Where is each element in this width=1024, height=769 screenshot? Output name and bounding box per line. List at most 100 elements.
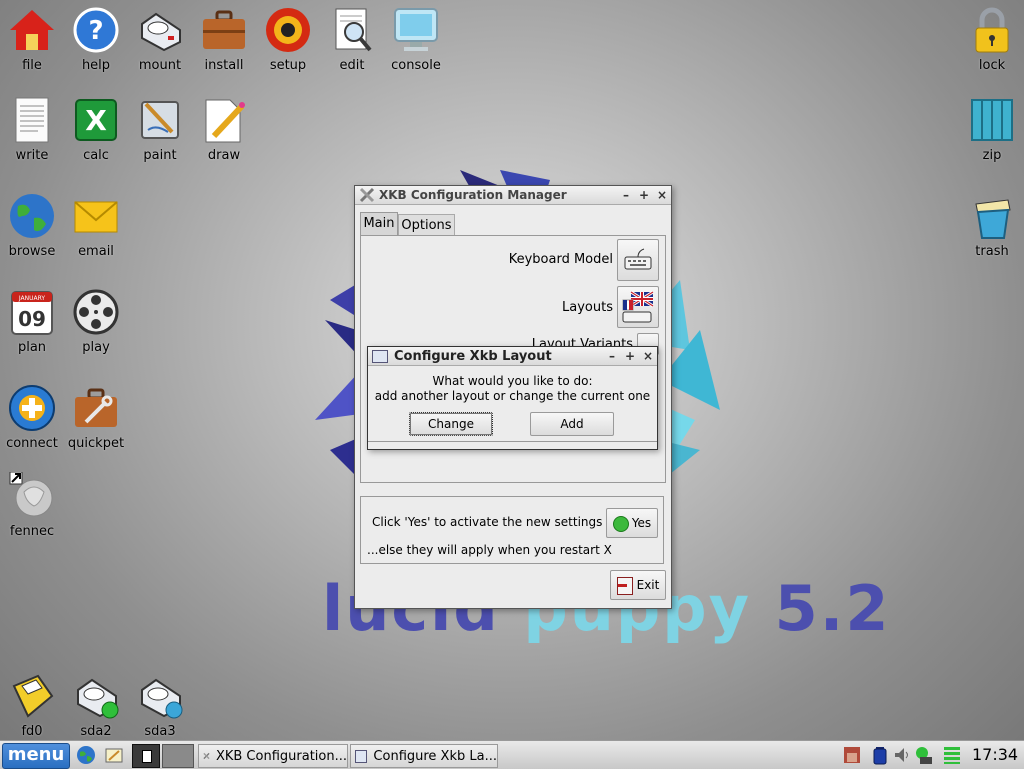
svg-text:09: 09 [18, 307, 46, 331]
tab-options[interactable]: Options [398, 214, 455, 235]
taskbar: menu XKB Configuration... Configure Xkb … [0, 740, 1024, 769]
svg-text:JANUARY: JANUARY [18, 295, 46, 302]
battery-icon[interactable] [870, 745, 890, 765]
document-icon [15, 97, 49, 143]
activate-text: Click 'Yes' to activate the new settings [372, 515, 603, 529]
dialog-window-icon [355, 749, 368, 763]
layouts-button[interactable] [617, 286, 659, 328]
dialog-bottom-divider [368, 441, 657, 446]
floppy-icon [12, 674, 54, 718]
close-button[interactable]: × [653, 188, 671, 202]
fennec-icon [9, 471, 53, 517]
configure-layout-dialog: Configure Xkb Layout – + × What would yo… [367, 346, 658, 450]
tools-icon [203, 752, 210, 760]
desktop-icon-lock[interactable]: lock [960, 6, 1024, 74]
padlock-icon [975, 7, 1009, 53]
drive-icon [141, 678, 183, 719]
desktop-icon-sda3[interactable]: sda3 [128, 672, 192, 740]
svg-text:?: ? [88, 16, 103, 46]
editor-launch-icon[interactable] [104, 745, 124, 765]
exit-button[interactable]: Exit [610, 570, 666, 600]
keyboard-icon [624, 248, 652, 270]
menu-button[interactable]: menu [2, 743, 70, 769]
dialog-title: Configure Xkb Layout [394, 348, 552, 364]
else-text: ...else they will apply when you restart… [367, 543, 612, 557]
help-icon: ? [73, 7, 119, 53]
yes-button[interactable]: Yes [606, 508, 658, 538]
xkb-window-titlebar[interactable]: XKB Configuration Manager – + × [355, 186, 671, 205]
house-icon [10, 10, 54, 50]
dialog-close-button[interactable]: × [639, 349, 657, 363]
desktop-icon-sda2[interactable]: sda2 [64, 672, 128, 740]
activate-frame: Click 'Yes' to activate the new settings… [360, 496, 664, 564]
clock[interactable]: 17:34 [972, 745, 1018, 764]
dialog-message-line1: What would you like to do: [432, 374, 593, 388]
add-button[interactable]: Add [530, 412, 614, 436]
network-connection-icon[interactable] [914, 745, 934, 765]
desktop-icon-quickpet[interactable]: quickpet [64, 384, 128, 452]
memory-meter-icon[interactable] [942, 745, 962, 765]
archive-icon [971, 99, 1013, 141]
tools-icon [359, 187, 375, 203]
change-button[interactable]: Change [409, 412, 493, 436]
minimize-button[interactable]: – [617, 188, 635, 202]
desktop-icon-fennec[interactable]: fennec [0, 471, 64, 540]
desktop-icon-fd0[interactable]: fd0 [0, 672, 64, 740]
desktop-icon-setup[interactable]: setup [256, 6, 320, 74]
film-reel-icon [73, 289, 119, 335]
spreadsheet-icon: X [75, 99, 117, 141]
uk-flag-keyboard-icon [622, 290, 654, 323]
briefcase-icon [203, 10, 245, 49]
dialog-message-line2: add another layout or change the current… [374, 389, 651, 403]
desktop-switch-2[interactable] [162, 744, 194, 768]
task-configure-layout[interactable]: Configure Xkb La... [350, 744, 498, 768]
dialog-window-icon [372, 349, 388, 363]
desktop-switch-1[interactable] [132, 744, 160, 768]
toolbox-icon [75, 388, 117, 427]
paint-icon [141, 101, 179, 139]
desktop-icon-write[interactable]: write [0, 96, 64, 164]
envelope-icon [74, 201, 118, 233]
network-monitor-icon[interactable] [842, 745, 862, 765]
desktop-icon-email[interactable]: email [64, 192, 128, 260]
pencil-icon [205, 99, 245, 143]
desktop-icon-edit[interactable]: edit [320, 6, 384, 74]
desktop-icon-trash[interactable]: trash [960, 192, 1024, 260]
desktop-icon-draw[interactable]: draw [192, 96, 256, 164]
desktop-icon-plan[interactable]: JANUARY 09 plan [0, 288, 64, 356]
dialog-minimize-button[interactable]: – [603, 349, 621, 363]
dialog-titlebar[interactable]: Configure Xkb Layout – + × [368, 347, 657, 366]
monitor-icon [394, 8, 438, 51]
connect-icon [9, 385, 55, 431]
desktop-icon-mount[interactable]: mount [128, 6, 192, 74]
drive-mounted-icon [77, 678, 119, 719]
desktop-icon-paint[interactable]: paint [128, 96, 192, 164]
calendar-icon: JANUARY 09 [11, 291, 53, 335]
svg-text:X: X [85, 104, 107, 137]
globe-icon [10, 194, 54, 238]
keyboard-model-label: Keyboard Model [508, 252, 613, 267]
desktop-icon-calc[interactable]: X calc [64, 96, 128, 164]
desktop-icon-browse[interactable]: browse [0, 192, 64, 260]
drive-icon [141, 12, 181, 52]
setup-icon [266, 8, 310, 52]
keyboard-model-button[interactable] [617, 239, 659, 281]
tab-main[interactable]: Main [360, 212, 398, 235]
desktop-icon-connect[interactable]: connect [0, 384, 64, 452]
edit-icon [335, 8, 372, 52]
browser-launch-icon[interactable] [76, 745, 96, 765]
desktop-icon-play[interactable]: play [64, 288, 128, 356]
desktop-icon-file[interactable]: file [0, 6, 64, 74]
task-xkb-config[interactable]: XKB Configuration... [198, 744, 348, 768]
desktop-icon-console[interactable]: console [384, 6, 448, 74]
layouts-label: Layouts [562, 300, 613, 315]
desktop-icon-install[interactable]: install [192, 6, 256, 74]
green-light-icon [612, 515, 629, 532]
desktop-icon-zip[interactable]: zip [960, 96, 1024, 164]
desktop-icon-help[interactable]: ? help [64, 6, 128, 74]
trash-icon [975, 199, 1011, 239]
maximize-button[interactable]: + [635, 188, 653, 202]
xkb-window-title: XKB Configuration Manager [379, 188, 567, 202]
volume-icon[interactable] [892, 745, 912, 765]
dialog-maximize-button[interactable]: + [621, 349, 639, 363]
